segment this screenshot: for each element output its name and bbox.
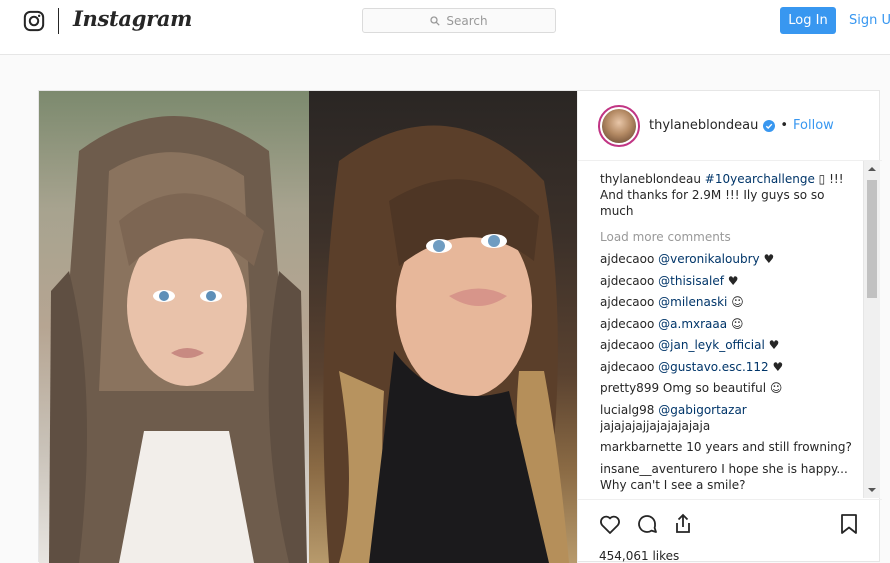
comment-item: markbarnette 10 years and still frowning… <box>600 439 858 455</box>
comment-username[interactable]: ajdecaoo <box>600 295 654 309</box>
comments-list: thylaneblondeau #10yearchallenge ▯ !!! A… <box>600 171 858 498</box>
instagram-glyph-icon[interactable] <box>23 10 45 32</box>
comment-text: ♥ <box>768 338 780 352</box>
verified-badge-icon <box>763 119 776 132</box>
comment-text: ♥ <box>763 252 775 266</box>
comment-item: ajdecaoo @gustavo.esc.112 ♥ <box>600 359 858 375</box>
heart-icon[interactable] <box>598 512 622 536</box>
comment-text: 10 years and still frowning? <box>686 440 852 454</box>
comment-username[interactable]: ajdecaoo <box>600 252 654 266</box>
instagram-wordmark[interactable]: Instagram <box>73 6 192 31</box>
comment-text: ♥ <box>727 273 739 288</box>
portrait-illustration <box>49 116 569 563</box>
comment-mention[interactable]: @gustavo.esc.112 <box>658 360 769 374</box>
search-placeholder: Search <box>446 13 488 28</box>
comment-username[interactable]: ajdecaoo <box>600 317 654 331</box>
brand-divider <box>58 8 59 34</box>
scroll-down-arrow-icon[interactable] <box>868 488 876 492</box>
likes-count[interactable]: 454,061 likes <box>599 549 679 563</box>
comment-text: jajajajajjajajajajaja <box>600 418 711 433</box>
search-input[interactable]: Search <box>362 8 556 33</box>
bookmark-icon[interactable] <box>837 512 861 536</box>
comment-item: ajdecaoo @veronikaloubry ♥ <box>600 251 858 267</box>
load-more-comments-button[interactable]: Load more comments <box>600 229 858 245</box>
comment-username[interactable]: pretty899 <box>600 381 659 395</box>
post-caption: thylaneblondeau #10yearchallenge ▯ !!! A… <box>600 171 858 219</box>
post-photo[interactable] <box>39 91 577 563</box>
comment-mention[interactable]: @a.mxraaa <box>658 317 727 331</box>
owner-username[interactable]: thylaneblondeau <box>649 118 758 133</box>
owner-avatar[interactable] <box>598 105 640 147</box>
comment-text: ♥ <box>772 359 784 374</box>
search-icon <box>430 15 441 26</box>
separator-dot: • <box>780 118 789 133</box>
comment-item: insane__aventurero I hope she is happy..… <box>600 461 858 493</box>
comment-mention[interactable]: @veronikaloubry <box>658 252 759 266</box>
post-sidebar: thylaneblondeau • Follow thylaneblondeau… <box>577 91 882 563</box>
comment-username[interactable]: ajdecaoo <box>600 338 654 352</box>
caption-username[interactable]: thylaneblondeau <box>600 172 701 186</box>
share-icon[interactable] <box>671 512 695 536</box>
comment-username[interactable]: ajdecaoo <box>600 360 654 374</box>
comment-item: pretty899 Omg so beautiful ☺ <box>600 380 858 396</box>
comment-bubble-icon[interactable] <box>635 512 659 536</box>
caption-hashtag[interactable]: #10yearchallenge <box>705 172 815 186</box>
comment-text: Omg so beautiful ☺ <box>662 381 783 395</box>
top-navigation-bar: Instagram Search Log In Sign Up <box>0 0 890 55</box>
comment-username[interactable]: markbarnette <box>600 440 682 454</box>
comment-mention[interactable]: @jan_leyk_official <box>658 338 765 352</box>
comment-username[interactable]: ajdecaoo <box>600 274 654 288</box>
comment-item: ajdecaoo @jan_leyk_official ♥ <box>600 337 858 353</box>
signup-link[interactable]: Sign Up <box>849 13 890 28</box>
comment-item: lucialg98 @gabigortazar jajajajajjajajaj… <box>600 402 858 434</box>
scrollbar-thumb[interactable] <box>867 180 877 298</box>
comment-username[interactable]: lucialg98 <box>600 403 654 417</box>
post-header: thylaneblondeau • Follow <box>578 91 882 161</box>
comment-username[interactable]: insane__aventurero <box>600 462 717 476</box>
post-actions: 454,061 likes <box>578 499 882 563</box>
comment-text: ☺ <box>730 316 744 331</box>
login-button[interactable]: Log In <box>780 7 836 34</box>
comment-mention[interactable]: @milenaski <box>658 295 727 309</box>
comment-item: ajdecaoo @a.mxraaa ☺ <box>600 316 858 332</box>
comment-mention[interactable]: @gabigortazar <box>658 403 746 417</box>
comment-item: ajdecaoo @milenaski ☺ <box>600 294 858 310</box>
post-card: thylaneblondeau • Follow thylaneblondeau… <box>38 90 882 563</box>
scroll-up-arrow-icon[interactable] <box>868 167 876 171</box>
owner-info: thylaneblondeau • Follow <box>649 118 834 133</box>
comment-text: ☺ <box>731 295 744 309</box>
follow-button[interactable]: Follow <box>793 118 834 133</box>
comments-scrollbar[interactable] <box>863 161 880 498</box>
comment-mention[interactable]: @thisisalef <box>658 274 724 288</box>
comment-item: ajdecaoo @thisisalef ♥ <box>600 273 858 289</box>
